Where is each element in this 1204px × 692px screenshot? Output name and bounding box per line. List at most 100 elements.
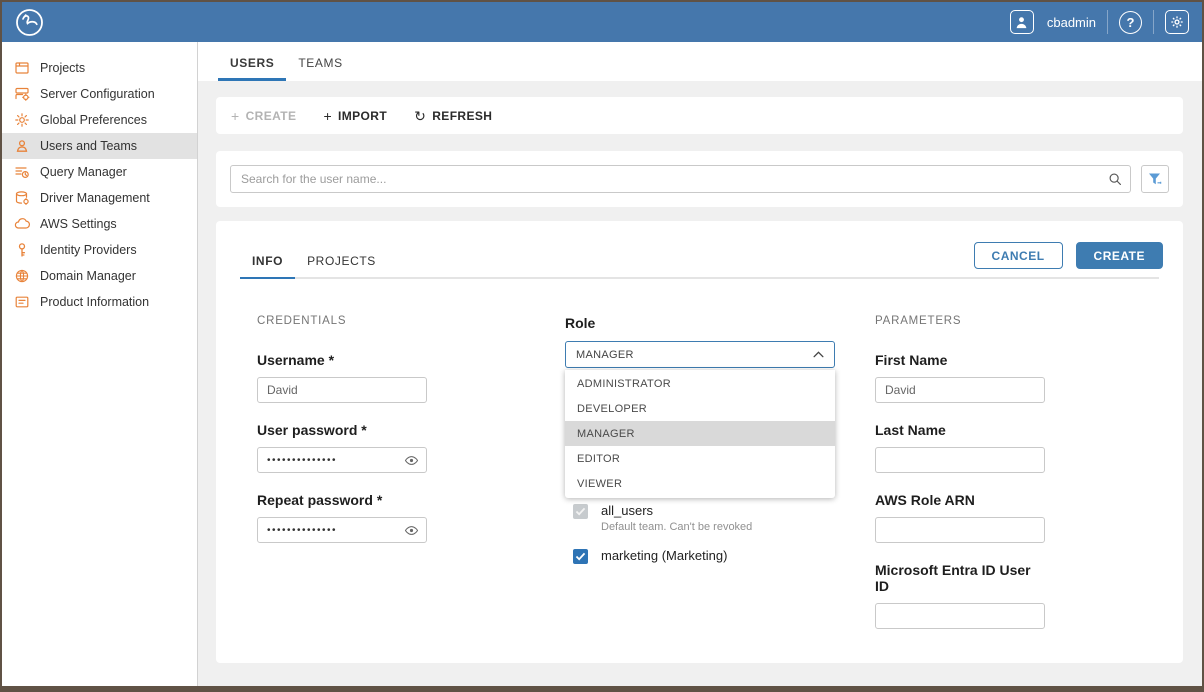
settings-gear-icon[interactable] [1165,10,1189,34]
header-divider [1153,10,1154,34]
credentials-section-label: CREDENTIALS [257,315,427,333]
sidebar-item-projects[interactable]: Projects [2,55,197,81]
content-area: + CREATE + IMPORT ↻ REFRESH [198,81,1202,686]
entra-id-field[interactable] [875,603,1045,629]
sidebar-item-label: Server Configuration [40,87,155,101]
refresh-button[interactable]: ↻ REFRESH [414,109,492,123]
credentials-column: CREDENTIALS Username * User password * [257,315,427,543]
search-bar [216,151,1183,207]
sidebar-item-users-and-teams[interactable]: Users and Teams [2,133,197,159]
search-icon [1108,172,1122,186]
role-option-developer[interactable]: DEVELOPER [565,396,835,421]
team-row-all-users: all_users Default team. Can't be revoked [573,503,835,533]
show-password-icon[interactable] [404,454,419,467]
aws-role-arn-label: AWS Role ARN [875,492,1045,508]
filter-funnel-icon [1147,171,1163,187]
users-teams-tabstrip: USERS TEAMS [198,42,1202,81]
sidebar-item-label: Domain Manager [40,269,136,283]
tab-teams[interactable]: TEAMS [286,56,354,81]
sidebar-item-label: Global Preferences [40,113,147,127]
sidebar-item-aws-settings[interactable]: AWS Settings [2,211,197,237]
domain-manager-icon [14,268,30,284]
users-and-teams-icon [14,138,30,154]
all-users-checkbox[interactable] [573,504,588,519]
username-field[interactable] [257,377,427,403]
user-password-label: User password * [257,422,427,438]
user-password-field[interactable] [257,447,427,473]
cloudbeaver-logo-icon[interactable] [15,8,44,37]
help-icon[interactable]: ? [1119,11,1142,34]
team-name: marketing (Marketing) [601,548,727,563]
header-divider [1107,10,1108,34]
team-name: all_users [601,503,752,518]
aws-role-arn-field[interactable] [875,517,1045,543]
repeat-password-field[interactable] [257,517,427,543]
team-row-marketing: marketing (Marketing) [573,548,835,564]
sidebar-item-label: AWS Settings [40,217,117,231]
sidebar-item-label: Users and Teams [40,139,137,153]
create-user-button[interactable]: + CREATE [231,109,296,123]
form-tabstrip: INFO PROJECTS [216,221,1183,279]
user-avatar-icon[interactable] [1010,10,1034,34]
logged-in-username[interactable]: cbadmin [1047,15,1096,30]
projects-icon [14,60,30,76]
teams-checkbox-list: all_users Default team. Can't be revoked… [573,503,835,579]
search-input[interactable] [230,165,1131,193]
plus-icon: + [323,109,332,123]
sidebar-item-query-manager[interactable]: Query Manager [2,159,197,185]
refresh-icon: ↻ [414,109,426,123]
tab-projects[interactable]: PROJECTS [295,254,388,277]
filter-button[interactable] [1141,165,1169,193]
aws-settings-icon [14,216,30,232]
role-option-viewer[interactable]: VIEWER [565,471,835,496]
import-users-button[interactable]: + IMPORT [323,109,387,123]
username-label: Username * [257,352,427,368]
tab-info[interactable]: INFO [240,254,295,277]
admin-sidebar: Projects Server Configuration Global Pre… [2,42,198,686]
first-name-field[interactable] [875,377,1045,403]
role-option-manager[interactable]: MANAGER [565,421,835,446]
role-selected-value: MANAGER [576,349,634,361]
tab-users[interactable]: USERS [218,56,286,81]
main-panel: USERS TEAMS + CREATE + IMPORT ↻ REFRESH [198,42,1202,686]
sidebar-item-product-information[interactable]: Product Information [2,289,197,315]
last-name-label: Last Name [875,422,1045,438]
sidebar-item-global-preferences[interactable]: Global Preferences [2,107,197,133]
driver-management-icon [14,190,30,206]
sidebar-item-label: Product Information [40,295,149,309]
query-manager-icon [14,164,30,180]
plus-icon: + [231,109,240,123]
marketing-checkbox[interactable] [573,549,588,564]
role-label: Role [565,315,835,333]
identity-providers-icon [14,242,30,258]
create-user-form: CANCEL CREATE INFO PROJECTS CREDENTIALS … [216,221,1183,663]
repeat-password-label: Repeat password * [257,492,427,508]
sidebar-item-label: Projects [40,61,85,75]
product-information-icon [14,294,30,310]
show-password-icon[interactable] [404,524,419,537]
sidebar-item-label: Identity Providers [40,243,137,257]
entra-id-label: Microsoft Entra ID User ID [875,562,1045,594]
sidebar-item-label: Query Manager [40,165,127,179]
sidebar-item-label: Driver Management [40,191,150,205]
parameters-section-label: PARAMETERS [875,315,1045,333]
first-name-label: First Name [875,352,1045,368]
role-option-editor[interactable]: EDITOR [565,446,835,471]
team-description: Default team. Can't be revoked [601,521,752,533]
app-header: cbadmin ? [2,2,1202,42]
sidebar-item-server-configuration[interactable]: Server Configuration [2,81,197,107]
server-configuration-icon [14,86,30,102]
sidebar-item-domain-manager[interactable]: Domain Manager [2,263,197,289]
role-dropdown-panel: ADMINISTRATOR DEVELOPER MANAGER EDITOR V… [565,370,835,498]
parameters-column: PARAMETERS First Name Last Name AWS Role… [875,315,1045,629]
sidebar-item-driver-management[interactable]: Driver Management [2,185,197,211]
check-icon [575,507,586,516]
sidebar-item-identity-providers[interactable]: Identity Providers [2,237,197,263]
check-icon [575,552,586,561]
chevron-up-icon [813,351,824,358]
last-name-field[interactable] [875,447,1045,473]
role-option-administrator[interactable]: ADMINISTRATOR [565,371,835,396]
role-column: Role MANAGER ADMINISTRATOR DEVELOPER MAN… [565,315,835,368]
global-preferences-icon [14,112,30,128]
role-select[interactable]: MANAGER [565,341,835,368]
